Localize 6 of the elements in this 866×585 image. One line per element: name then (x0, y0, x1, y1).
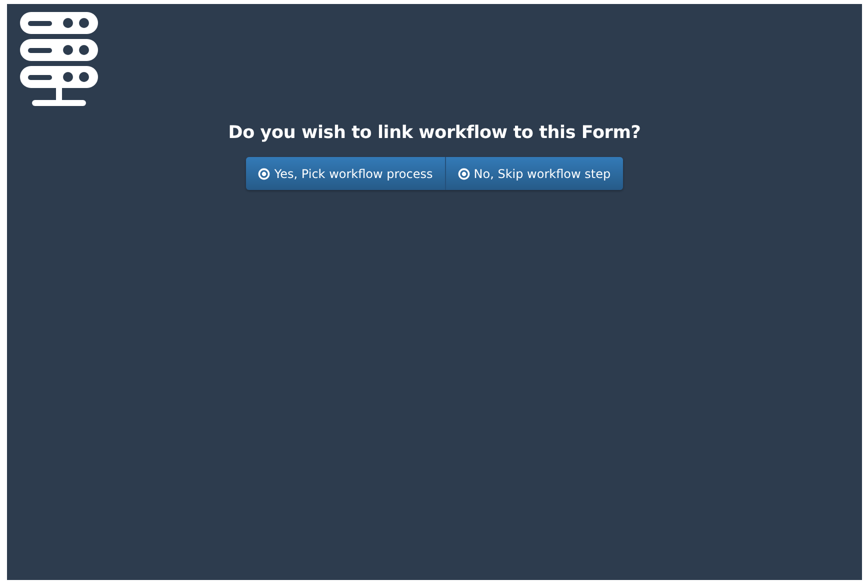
radio-icon (458, 168, 470, 180)
radio-icon (258, 168, 270, 180)
question-heading: Do you wish to link workflow to this Form? (228, 123, 641, 143)
option-button[interactable]: No, Skip workflow step (446, 157, 623, 190)
server-icon (20, 12, 98, 108)
option-button[interactable]: Yes, Pick workflow process (246, 157, 446, 190)
